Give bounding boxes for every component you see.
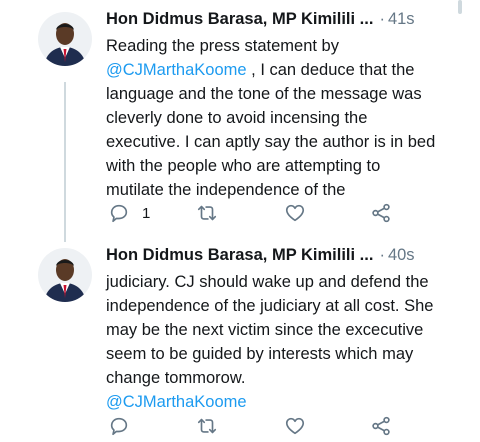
tweet-header: Hon Didmus Barasa, MP Kimilili ... · 41s — [106, 10, 456, 36]
text-line: judiciary. CJ should wake up and defend … — [106, 273, 429, 291]
text-line: @CJMarthaKoome , I can deduce that the — [106, 58, 456, 82]
reply-icon — [108, 415, 130, 437]
reply-count: 1 — [142, 204, 151, 222]
author-name[interactable]: Hon Didmus Barasa, MP Kimilili ... — [106, 10, 373, 28]
avatar[interactable] — [38, 12, 92, 66]
share-icon — [370, 415, 392, 437]
tweet-1-actions: 1 — [0, 201, 480, 225]
like-icon — [284, 202, 306, 224]
separator: · — [379, 246, 385, 264]
share-icon — [370, 202, 392, 224]
reply-button[interactable] — [108, 414, 130, 438]
text-line: change tommorow. — [106, 369, 246, 387]
mention-link[interactable]: @CJMarthaKoome — [106, 390, 456, 414]
tweet-text: judiciary. CJ should wake up and defend … — [106, 270, 456, 414]
text-line: cleverly done to avoid incensing the — [106, 109, 368, 127]
reply-button[interactable]: 1 — [108, 201, 150, 225]
like-button[interactable] — [284, 414, 306, 438]
author-name[interactable]: Hon Didmus Barasa, MP Kimilili ... — [106, 246, 373, 264]
text-line: independence of the judiciary at all cos… — [106, 297, 434, 315]
tweet-text: Reading the press statement by @CJMartha… — [106, 34, 456, 202]
mention-link[interactable]: @CJMarthaKoome — [106, 61, 247, 79]
retweet-button[interactable] — [196, 201, 218, 225]
share-button[interactable] — [370, 414, 392, 438]
like-icon — [284, 415, 306, 437]
like-button[interactable] — [284, 201, 306, 225]
text-line: may be the next victim since the excecut… — [106, 321, 424, 339]
text-line: with the people who are attempting to — [106, 157, 381, 175]
avatar[interactable] — [38, 248, 92, 302]
share-button[interactable] — [370, 201, 392, 225]
text-line: executive. I can aptly say the author is… — [106, 133, 436, 151]
text-fragment: , I can deduce that the — [246, 61, 415, 79]
text-line: seem to be guided by interests which may — [106, 345, 414, 363]
separator: · — [379, 10, 385, 28]
timestamp[interactable]: 41s — [388, 10, 415, 28]
scroll-indicator[interactable] — [458, 0, 462, 14]
tweet-header: Hon Didmus Barasa, MP Kimilili ... · 40s — [106, 246, 456, 272]
reply-icon — [108, 202, 130, 224]
timestamp[interactable]: 40s — [388, 246, 415, 264]
retweet-icon — [196, 202, 218, 224]
retweet-button[interactable] — [196, 414, 218, 438]
text-line: Reading the press statement by — [106, 37, 339, 55]
retweet-icon — [196, 415, 218, 437]
text-line: mutilate the independence of the — [106, 181, 346, 199]
text-line: language and the tone of the message was — [106, 85, 422, 103]
tweet-2-actions — [0, 414, 480, 438]
